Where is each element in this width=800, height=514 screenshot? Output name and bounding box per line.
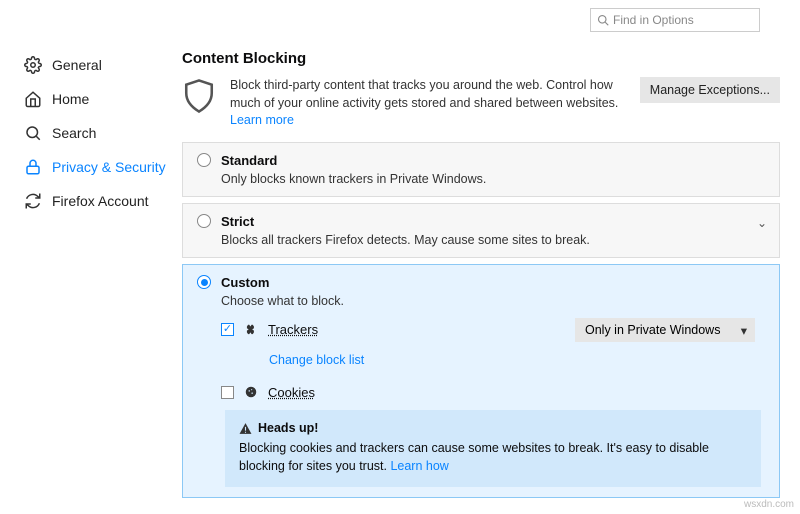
radio-standard[interactable]: [197, 153, 211, 167]
search-icon: [597, 14, 609, 26]
sync-icon: [24, 192, 42, 210]
option-subtitle: Choose what to block.: [221, 294, 765, 308]
cookie-icon: [244, 385, 258, 399]
search-input[interactable]: Find in Options: [590, 8, 760, 32]
manage-exceptions-button[interactable]: Manage Exceptions...: [640, 77, 780, 103]
lock-icon: [24, 158, 42, 176]
gear-icon: [24, 56, 42, 74]
watermark: wsxdn.com: [744, 499, 794, 510]
checkbox-cookies[interactable]: [221, 386, 234, 399]
option-strict[interactable]: ⌄ Strict Blocks all trackers Firefox det…: [182, 203, 780, 258]
search-placeholder: Find in Options: [613, 13, 694, 27]
sidebar-item-search[interactable]: Search: [22, 116, 172, 150]
home-icon: [24, 90, 42, 108]
sidebar-item-general[interactable]: General: [22, 48, 172, 82]
note-title-text: Heads up!: [258, 420, 318, 438]
section-title: Content Blocking: [182, 50, 780, 67]
section-description: Block third-party content that tracks yo…: [230, 77, 626, 130]
option-subtitle: Only blocks known trackers in Private Wi…: [221, 172, 765, 186]
sidebar-item-firefox-account[interactable]: Firefox Account: [22, 184, 172, 218]
search-icon: [24, 124, 42, 142]
sidebar-item-label: Search: [52, 125, 96, 141]
cookies-label: Cookies: [268, 385, 315, 400]
sidebar-item-label: Privacy & Security: [52, 159, 166, 175]
option-custom[interactable]: Custom Choose what to block. Trackers On…: [182, 264, 780, 499]
note-body: Blocking cookies and trackers can cause …: [239, 441, 709, 473]
sidebar-item-privacy-security[interactable]: Privacy & Security: [22, 150, 172, 184]
trackers-mode-dropdown[interactable]: Only in Private Windows: [575, 318, 755, 342]
sidebar: General Home Search Privacy & Security F…: [22, 40, 172, 504]
tracker-icon: [244, 323, 258, 337]
learn-how-link[interactable]: Learn how: [390, 459, 448, 473]
option-subtitle: Blocks all trackers Firefox detects. May…: [221, 233, 765, 247]
learn-more-link[interactable]: Learn more: [230, 113, 294, 127]
radio-strict[interactable]: [197, 214, 211, 228]
sidebar-item-label: Firefox Account: [52, 193, 149, 209]
warning-note: Heads up! Blocking cookies and trackers …: [225, 410, 761, 488]
warning-icon: [239, 422, 252, 435]
checkbox-trackers[interactable]: [221, 323, 234, 336]
option-title: Standard: [221, 153, 277, 168]
sidebar-item-label: Home: [52, 91, 89, 107]
option-title: Custom: [221, 275, 269, 290]
option-title: Strict: [221, 214, 254, 229]
change-block-list-link[interactable]: Change block list: [269, 353, 364, 367]
main-content: Content Blocking Block third-party conte…: [182, 40, 780, 504]
chevron-down-icon[interactable]: ⌄: [757, 216, 767, 230]
sidebar-item-label: General: [52, 57, 102, 73]
radio-custom[interactable]: [197, 275, 211, 289]
sidebar-item-home[interactable]: Home: [22, 82, 172, 116]
shield-icon: [182, 77, 216, 118]
option-standard[interactable]: Standard Only blocks known trackers in P…: [182, 142, 780, 197]
trackers-label: Trackers: [268, 322, 318, 337]
